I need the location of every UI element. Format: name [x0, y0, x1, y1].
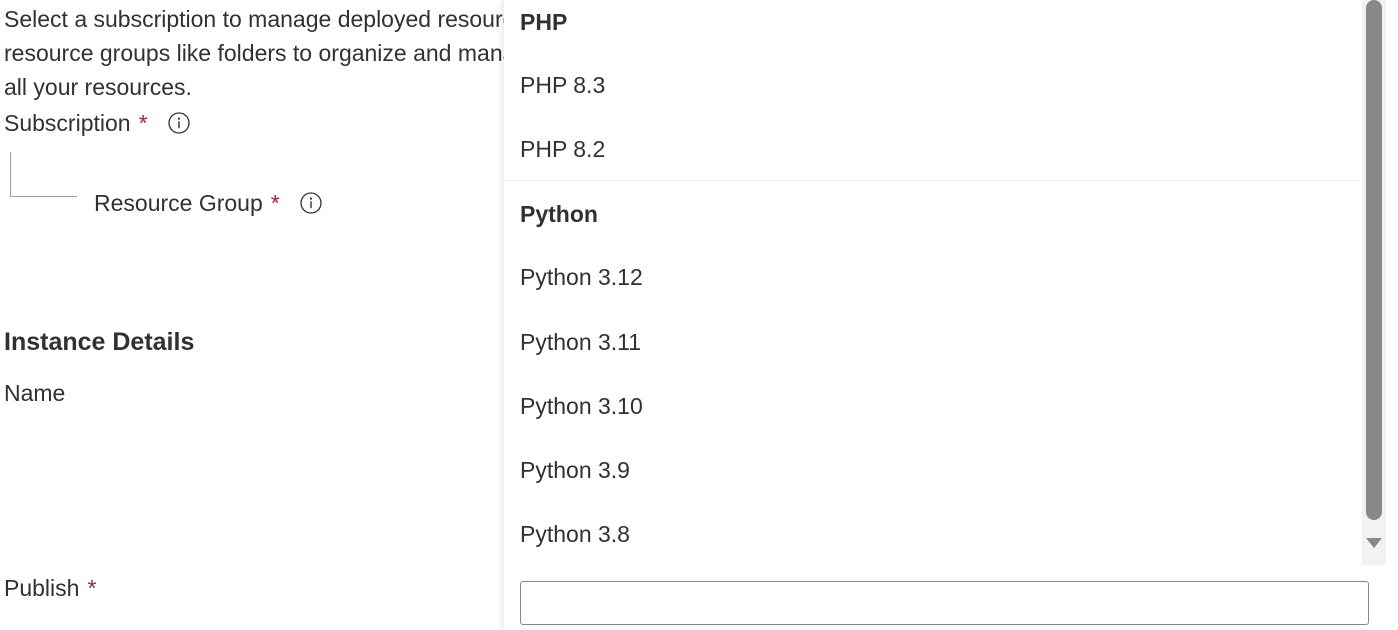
- name-field-label: Name: [4, 378, 65, 408]
- subscription-field-label: Subscription *: [4, 108, 190, 138]
- subscription-label: Subscription: [4, 110, 131, 136]
- tree-connector-line: [10, 152, 77, 197]
- runtime-stack-dropdown[interactable]: PHP PHP 8.3 PHP 8.2 Python Python 3.12 P…: [504, 0, 1398, 630]
- option-php-8-2[interactable]: PHP 8.2: [520, 134, 605, 164]
- group-header-python: Python: [520, 201, 598, 227]
- option-python-3-11[interactable]: Python 3.11: [520, 327, 641, 357]
- option-php-8-3[interactable]: PHP 8.3: [520, 70, 605, 100]
- scrollbar-thumb[interactable]: [1366, 0, 1382, 520]
- description-line-2: all your resources.: [4, 74, 192, 100]
- create-resource-form: Select a subscription to manage deployed…: [0, 0, 504, 630]
- publish-field-label: Publish *: [4, 573, 96, 603]
- subscription-description: Select a subscription to manage deployed…: [4, 2, 504, 104]
- required-marker: *: [138, 110, 148, 136]
- resource-group-label: Resource Group: [94, 190, 263, 216]
- group-divider: [504, 180, 1358, 181]
- option-python-3-12[interactable]: Python 3.12: [520, 262, 643, 292]
- resource-group-field-label: Resource Group *: [94, 188, 322, 218]
- dropdown-search-input[interactable]: [520, 581, 1369, 625]
- required-marker: *: [87, 575, 97, 601]
- info-circle-icon[interactable]: [300, 192, 322, 214]
- description-line-1: Select a subscription to manage deployed…: [4, 6, 504, 66]
- option-python-3-8[interactable]: Python 3.8: [520, 519, 630, 549]
- required-marker: *: [270, 190, 280, 216]
- option-python-3-9[interactable]: Python 3.9: [520, 455, 630, 485]
- instance-details-title: Instance Details: [4, 328, 195, 356]
- name-label: Name: [4, 380, 66, 406]
- publish-label: Publish: [4, 575, 80, 601]
- option-python-3-10[interactable]: Python 3.10: [520, 391, 643, 421]
- dropdown-scrollbar[interactable]: [1362, 0, 1386, 565]
- info-circle-icon[interactable]: [167, 112, 190, 134]
- group-header-php: PHP: [520, 9, 568, 35]
- triangle-down-icon[interactable]: [1365, 534, 1383, 552]
